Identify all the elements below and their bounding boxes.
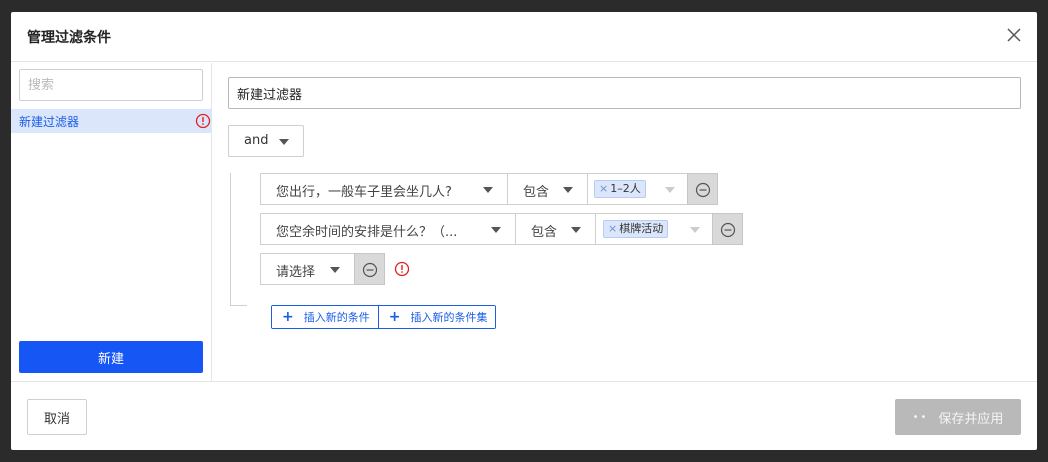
condition-field-value: 您出行，一般车子里会坐几人? xyxy=(276,185,452,200)
chevron-down-icon xyxy=(690,227,700,233)
condition-row: 您出行，一般车子里会坐几人? 包含 × 1–2人 xyxy=(260,173,720,205)
search-input[interactable] xyxy=(19,69,203,101)
loading-icon: •• xyxy=(912,411,929,423)
filter-list-sidebar: 新建过滤器 新建 xyxy=(11,63,212,381)
condition-field-select[interactable]: 请选择 xyxy=(260,253,355,285)
condition-field-select[interactable]: 您空余时间的安排是什么？（... xyxy=(260,213,516,245)
dialog-header: 管理过滤条件 xyxy=(11,12,1037,62)
condition-operator-value: 包含 xyxy=(531,225,558,240)
condition-operator-select[interactable]: 包含 xyxy=(507,173,588,205)
chevron-down-icon xyxy=(330,267,340,273)
save-and-apply-label: 保存并应用 xyxy=(938,411,1004,427)
value-tag: × 1–2人 xyxy=(594,180,646,198)
filter-name-input[interactable] xyxy=(228,77,1021,109)
warning-circle-icon xyxy=(195,113,211,129)
plus-icon: + xyxy=(282,309,294,325)
sidebar-item-label: 新建过滤器 xyxy=(19,115,80,129)
warning-circle-icon xyxy=(394,261,410,277)
tag-remove-icon[interactable]: × xyxy=(599,182,608,195)
remove-condition-button[interactable] xyxy=(354,253,385,285)
minus-circle-icon xyxy=(695,182,711,198)
filter-editor: and 您出行，一般车子里会坐几人? 包含 ×1–2人 xyxy=(213,63,1037,381)
chevron-down-icon xyxy=(571,227,581,233)
plus-icon: + xyxy=(388,309,401,325)
condition-field-select[interactable]: 您出行，一般车子里会坐几人? xyxy=(260,173,508,205)
close-icon[interactable] xyxy=(1005,26,1023,44)
tag-remove-icon[interactable]: × xyxy=(608,222,617,235)
filter-manager-dialog: 管理过滤条件 新建过滤器 新建 and 您出行，一般车子里会坐几人? xyxy=(11,12,1037,450)
add-condition-label: 插入新的条件 xyxy=(303,311,370,324)
condition-tree-connector xyxy=(230,173,247,306)
remove-condition-button[interactable] xyxy=(687,173,718,205)
tag-label: 1–2人 xyxy=(610,182,641,195)
add-condition-group: + 插入新的条件 + 插入新的条件集 xyxy=(271,305,497,329)
logic-operator-select[interactable]: and xyxy=(228,125,304,157)
new-filter-button[interactable]: 新建 xyxy=(19,341,203,373)
condition-row: 请选择 xyxy=(260,253,420,285)
condition-operator-value: 包含 xyxy=(523,185,550,200)
sidebar-item-new-filter[interactable]: 新建过滤器 xyxy=(11,109,212,133)
tag-label: 棋牌活动 xyxy=(619,222,664,235)
remove-condition-button[interactable] xyxy=(712,213,743,245)
add-condition-set-button[interactable]: + 插入新的条件集 xyxy=(377,306,496,328)
add-condition-set-label: 插入新的条件集 xyxy=(410,311,488,324)
dialog-title: 管理过滤条件 xyxy=(27,30,111,46)
condition-operator-select[interactable]: 包含 xyxy=(515,213,596,245)
condition-field-value: 您空余时间的安排是什么？（... xyxy=(276,225,458,240)
save-and-apply-button[interactable]: •• 保存并应用 xyxy=(895,399,1021,435)
logic-operator-value: and xyxy=(244,133,269,148)
minus-circle-icon xyxy=(362,262,378,278)
chevron-down-icon xyxy=(491,227,501,233)
add-condition-button[interactable]: + 插入新的条件 xyxy=(272,306,378,328)
value-tag: × 棋牌活动 xyxy=(603,220,669,238)
minus-circle-icon xyxy=(720,222,736,238)
condition-value-select[interactable]: × 1–2人 xyxy=(587,173,688,205)
chevron-down-icon xyxy=(665,187,675,193)
chevron-down-icon xyxy=(279,139,289,145)
chevron-down-icon xyxy=(563,187,573,193)
chevron-down-icon xyxy=(483,187,493,193)
cancel-button[interactable]: 取消 xyxy=(27,399,87,435)
dialog-footer: 取消 •• 保存并应用 xyxy=(11,381,1037,450)
condition-field-value: 请选择 xyxy=(276,265,316,280)
condition-value-select[interactable]: × 棋牌活动 xyxy=(595,213,713,245)
condition-row: 您空余时间的安排是什么？（... 包含 × 棋牌活动 xyxy=(260,213,750,245)
